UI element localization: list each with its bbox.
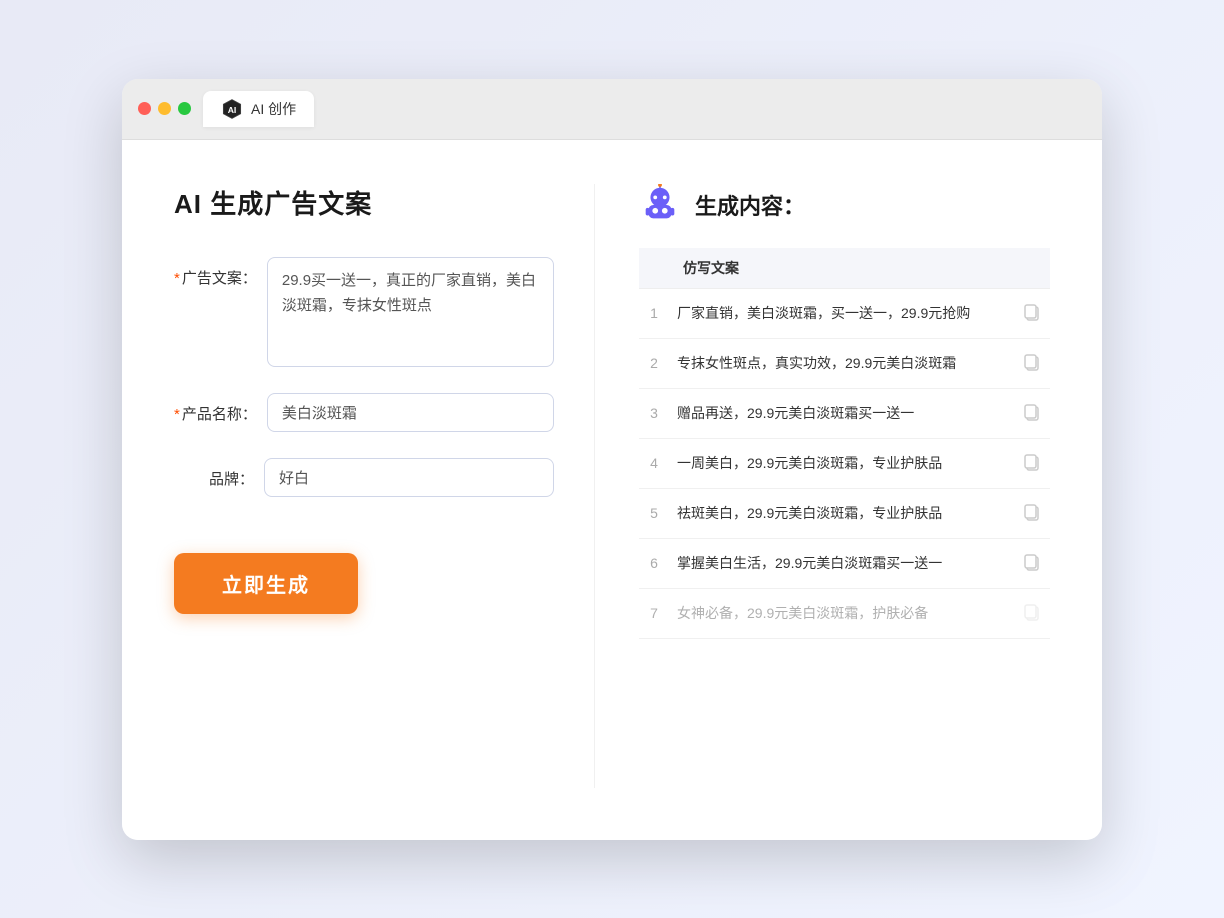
result-text: 女神必备，29.9元美白淡斑霜，护肤必备 [669,588,1014,638]
brand-input[interactable] [264,458,554,497]
copy-button[interactable] [1014,338,1050,388]
right-header: 生成内容： [639,184,1050,226]
copy-icon [1022,552,1042,572]
copy-icon [1022,402,1042,422]
copy-button[interactable] [1014,438,1050,488]
table-row: 5祛斑美白，29.9元美白淡斑霜，专业护肤品 [639,488,1050,538]
left-panel: AI 生成广告文案 *广告文案： 29.9买一送一，真正的厂家直销，美白淡斑霜，… [174,184,594,788]
close-button[interactable] [138,102,151,115]
col-num [639,248,669,289]
result-text: 厂家直销，美白淡斑霜，买一送一，29.9元抢购 [669,288,1014,338]
table-row: 7女神必备，29.9元美白淡斑霜，护肤必备 [639,588,1050,638]
result-text: 赠品再送，29.9元美白淡斑霜买一送一 [669,388,1014,438]
browser-window: AI AI 创作 AI 生成广告文案 *广告文案： 29.9买一送一，真正的厂家… [122,79,1102,840]
traffic-lights [138,102,191,115]
product-name-required-mark: * [174,406,180,423]
copy-icon [1022,502,1042,522]
result-num: 7 [639,588,669,638]
copy-button[interactable] [1014,388,1050,438]
copy-button[interactable] [1014,488,1050,538]
col-copy [1014,248,1050,289]
result-num: 5 [639,488,669,538]
ad-copy-label: *广告文案： [174,257,267,288]
page-title: AI 生成广告文案 [174,184,554,221]
right-panel: 生成内容： 仿写文案 1厂家直销，美白淡斑霜，买一送一，29.9元抢购 2专抹女… [594,184,1050,788]
table-row: 4一周美白，29.9元美白淡斑霜，专业护肤品 [639,438,1050,488]
ad-copy-input[interactable]: 29.9买一送一，真正的厂家直销，美白淡斑霜，专抹女性斑点 [267,257,554,367]
product-name-row: *产品名称： [174,393,554,432]
table-row: 1厂家直销，美白淡斑霜，买一送一，29.9元抢购 [639,288,1050,338]
ad-copy-required-mark: * [174,270,180,287]
result-text: 祛斑美白，29.9元美白淡斑霜，专业护肤品 [669,488,1014,538]
svg-text:AI: AI [228,104,237,114]
robot-icon [639,184,681,226]
col-text: 仿写文案 [669,248,1014,289]
table-row: 3赠品再送，29.9元美白淡斑霜买一送一 [639,388,1050,438]
copy-icon [1022,302,1042,322]
copy-icon [1022,602,1042,622]
result-num: 4 [639,438,669,488]
product-name-label: *产品名称： [174,393,267,424]
minimize-button[interactable] [158,102,171,115]
right-title: 生成内容： [695,189,805,221]
brand-row: 品牌： [174,458,554,497]
result-text: 一周美白，29.9元美白淡斑霜，专业护肤品 [669,438,1014,488]
copy-button[interactable] [1014,538,1050,588]
tab-label: AI 创作 [251,99,296,119]
result-text: 掌握美白生活，29.9元美白淡斑霜买一送一 [669,538,1014,588]
browser-content: AI 生成广告文案 *广告文案： 29.9买一送一，真正的厂家直销，美白淡斑霜，… [122,140,1102,840]
copy-button[interactable] [1014,288,1050,338]
maximize-button[interactable] [178,102,191,115]
results-table: 仿写文案 1厂家直销，美白淡斑霜，买一送一，29.9元抢购 2专抹女性斑点，真实… [639,248,1050,639]
table-row: 6掌握美白生活，29.9元美白淡斑霜买一送一 [639,538,1050,588]
table-row: 2专抹女性斑点，真实功效，29.9元美白淡斑霜 [639,338,1050,388]
result-num: 1 [639,288,669,338]
browser-tab[interactable]: AI AI 创作 [203,91,314,127]
result-text: 专抹女性斑点，真实功效，29.9元美白淡斑霜 [669,338,1014,388]
ai-tab-icon: AI [221,98,243,120]
copy-icon [1022,452,1042,472]
ad-copy-row: *广告文案： 29.9买一送一，真正的厂家直销，美白淡斑霜，专抹女性斑点 [174,257,554,367]
copy-icon [1022,352,1042,372]
titlebar: AI AI 创作 [122,79,1102,140]
result-num: 2 [639,338,669,388]
brand-label: 品牌： [174,458,264,489]
copy-button[interactable] [1014,588,1050,638]
result-num: 6 [639,538,669,588]
result-num: 3 [639,388,669,438]
product-name-input[interactable] [267,393,554,432]
generate-button[interactable]: 立即生成 [174,553,358,614]
